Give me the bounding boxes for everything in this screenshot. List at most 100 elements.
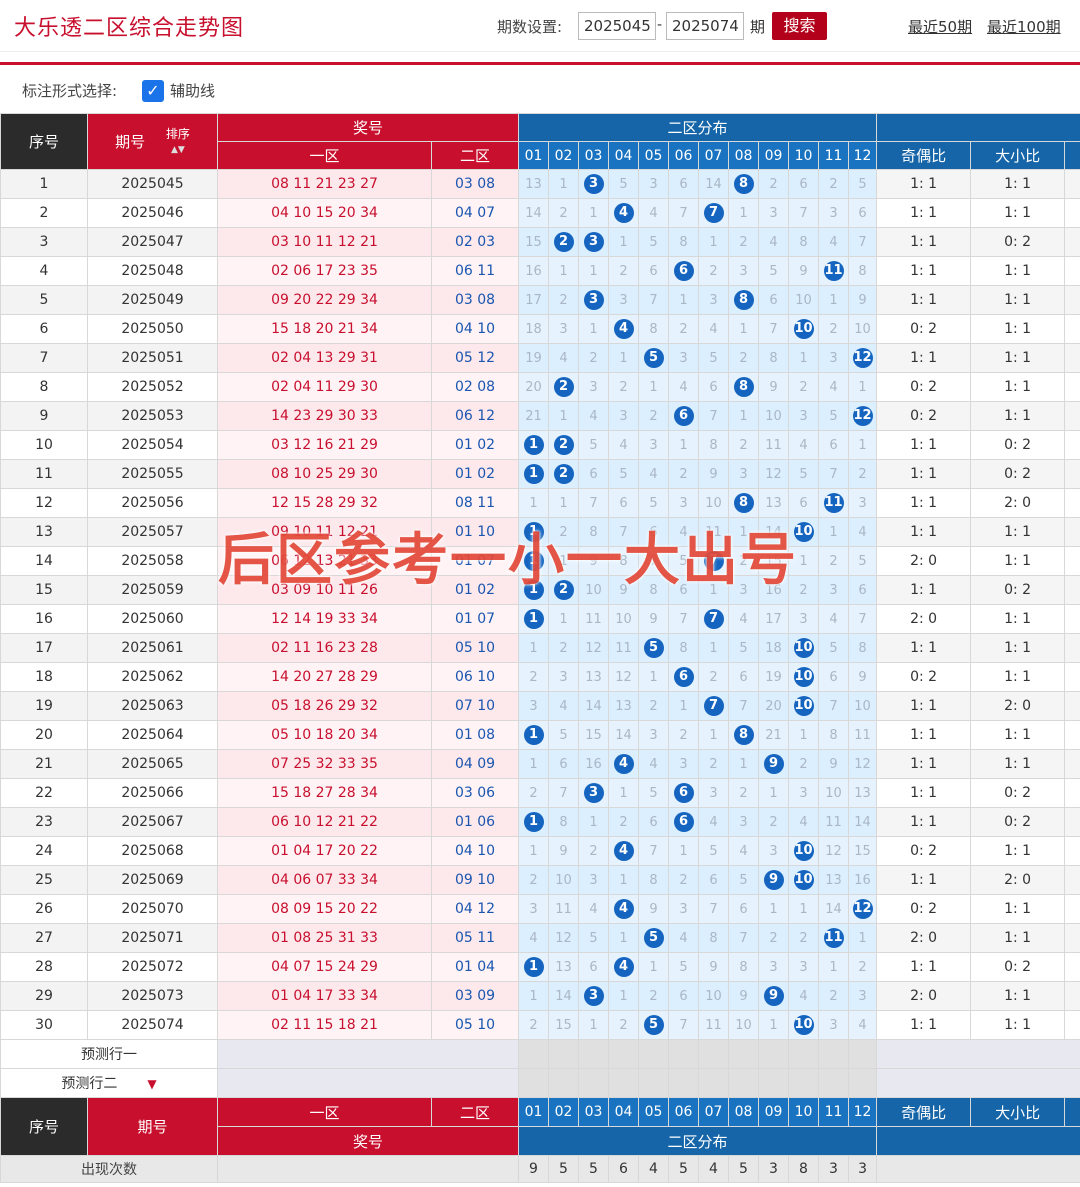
search-button[interactable]: 搜索 <box>772 12 827 40</box>
drawn-ball: 2 <box>553 464 574 484</box>
footer-dist-header: 二区分布 <box>518 1126 878 1156</box>
table-row: 18 2025062 14 20 27 28 29 06 10 2 3 13 12 1 6 2 6 19… <box>0 662 1080 692</box>
zone-cell: 1 <box>698 227 730 257</box>
prediction-zone-cell[interactable] <box>608 1068 640 1098</box>
row-odd-even: 1: 1 <box>876 778 972 808</box>
zone-cell: 4 <box>698 807 730 837</box>
prediction-zone-cell[interactable] <box>548 1068 580 1098</box>
drawn-ball: 4 <box>613 957 634 977</box>
zone-cell: 10 <box>548 865 580 895</box>
prediction-zone-cell[interactable] <box>608 1039 640 1069</box>
recent-100-link[interactable]: 最近100期 <box>987 16 1061 37</box>
zone-cell: 5 <box>638 488 670 518</box>
prediction-zone-cell[interactable] <box>818 1068 850 1098</box>
footer-num-header: 11 <box>818 1097 850 1127</box>
aux-line-checkbox[interactable]: ✓ <box>142 80 164 102</box>
prediction-zone-cell[interactable] <box>758 1039 790 1069</box>
drawn-ball: 1 <box>523 435 544 455</box>
prediction-zone-cell[interactable] <box>578 1039 610 1069</box>
prediction-zone-cell[interactable] <box>698 1068 730 1098</box>
zone-cell: 5 <box>698 836 730 866</box>
row-seq: 8 <box>0 372 88 402</box>
row-front-numbers: 05 18 26 29 32 <box>217 691 432 721</box>
zone-cell: 1 <box>728 314 760 344</box>
prediction-zone-cell[interactable] <box>848 1068 878 1098</box>
prediction-zone-cell[interactable] <box>668 1039 700 1069</box>
prediction-zone-cell[interactable] <box>728 1039 760 1069</box>
drawn-ball: 3 <box>583 232 604 252</box>
zone-cell: 1 <box>788 343 820 373</box>
zone-cell: 2 <box>848 952 878 982</box>
row-big-small: 1: 1 <box>970 372 1066 402</box>
row-odd-even: 1: 1 <box>876 198 972 228</box>
zone-cell: 9 <box>728 981 760 1011</box>
prediction-zone-cell[interactable] <box>518 1039 550 1069</box>
prediction-input[interactable] <box>216 1068 520 1098</box>
zone-cell: 1 <box>608 778 640 808</box>
prediction-zone-cell[interactable] <box>638 1039 670 1069</box>
prediction-input[interactable] <box>216 1039 520 1069</box>
col-num-header: 10 <box>788 141 820 170</box>
row-odd-even: 1: 1 <box>876 691 972 721</box>
sort-toggle[interactable]: 排序 ▲▼ <box>166 127 190 157</box>
prediction-zone-cell[interactable] <box>788 1068 820 1098</box>
row-big-small: 1: 1 <box>970 720 1066 750</box>
drawn-ball: 2 <box>553 377 574 397</box>
row-spacer <box>1064 459 1080 489</box>
period-unit: 期 <box>750 18 766 36</box>
table-row: 9 2025053 14 23 29 30 33 06 12 21 1 4 3 2 6 7 1 10 3 5… <box>0 401 1080 431</box>
row-odd-even: 1: 1 <box>876 343 972 373</box>
footer-odd-even-header: 奇偶比 <box>876 1097 972 1127</box>
prediction-zone-cell[interactable] <box>788 1039 820 1069</box>
zone-cell: 15 <box>578 720 610 750</box>
period-end-input[interactable]: 2025074 <box>666 12 744 40</box>
zone-cell: 7 <box>758 314 790 344</box>
footer-issue-header: 期号 <box>87 1097 218 1156</box>
prediction-zone-cell[interactable] <box>578 1068 610 1098</box>
table-row: 29 2025073 01 04 17 33 34 03 09 1 14 3 1 2 6 10 9 9 4… <box>0 981 1080 1011</box>
zone-cell: 6 <box>788 488 820 518</box>
prediction-zone-cell[interactable] <box>758 1068 790 1098</box>
prediction-zone-cell[interactable] <box>518 1068 550 1098</box>
zone-cell: 4 <box>788 807 820 837</box>
table-row: 7 2025051 02 04 13 29 31 05 12 19 4 2 1 5 3 5 2 8 1 3 1… <box>0 343 1080 373</box>
row-spacer <box>1064 778 1080 808</box>
row-big-small: 1: 1 <box>970 517 1066 547</box>
zone-cell: 7 <box>638 836 670 866</box>
col-issue-header[interactable]: 期号 排序 ▲▼ <box>87 113 218 170</box>
row-issue: 2025069 <box>87 865 218 895</box>
row-seq: 17 <box>0 633 88 663</box>
recent-50-link[interactable]: 最近50期 <box>908 16 972 37</box>
row-front-numbers: 08 10 25 29 30 <box>217 459 432 489</box>
zone-cell: 19 <box>758 662 790 692</box>
zone-cell: 1 <box>518 430 550 460</box>
row-big-small: 0: 2 <box>970 227 1066 257</box>
zone-cell: 3 <box>818 198 850 228</box>
zone-cell: 3 <box>668 343 700 373</box>
col-zone2-header: 二区 <box>430 141 520 170</box>
arrow-down-icon[interactable]: ▼ <box>147 1077 156 1091</box>
prediction-zone-cell[interactable] <box>818 1039 850 1069</box>
zone-cell: 9 <box>638 604 670 634</box>
prediction-zone-cell[interactable] <box>548 1039 580 1069</box>
row-odd-even: 2: 0 <box>876 981 972 1011</box>
zone-cell: 12 <box>848 401 878 431</box>
row-seq: 18 <box>0 662 88 692</box>
row-front-numbers: 03 10 11 12 21 <box>217 227 432 257</box>
drawn-ball: 5 <box>643 638 664 658</box>
row-seq: 29 <box>0 981 88 1011</box>
zone-cell: 14 <box>548 981 580 1011</box>
prediction-zone-cell[interactable] <box>728 1068 760 1098</box>
prediction-zone-cell[interactable] <box>638 1068 670 1098</box>
prediction-zone-cell[interactable] <box>668 1068 700 1098</box>
drawn-ball: 5 <box>643 1015 664 1035</box>
prediction-zone-cell[interactable] <box>848 1039 878 1069</box>
period-start-input[interactable]: 2025045 <box>578 12 656 40</box>
zone-cell: 7 <box>668 198 700 228</box>
count-cell: 5 <box>668 1155 700 1183</box>
row-big-small: 1: 1 <box>970 546 1066 576</box>
prediction-zone-cell[interactable] <box>698 1039 730 1069</box>
zone-cell: 1 <box>608 343 640 373</box>
table-row: 28 2025072 04 07 15 24 29 01 04 1 13 6 4 1 5 9 8 3 3 1… <box>0 952 1080 982</box>
row-seq: 26 <box>0 894 88 924</box>
